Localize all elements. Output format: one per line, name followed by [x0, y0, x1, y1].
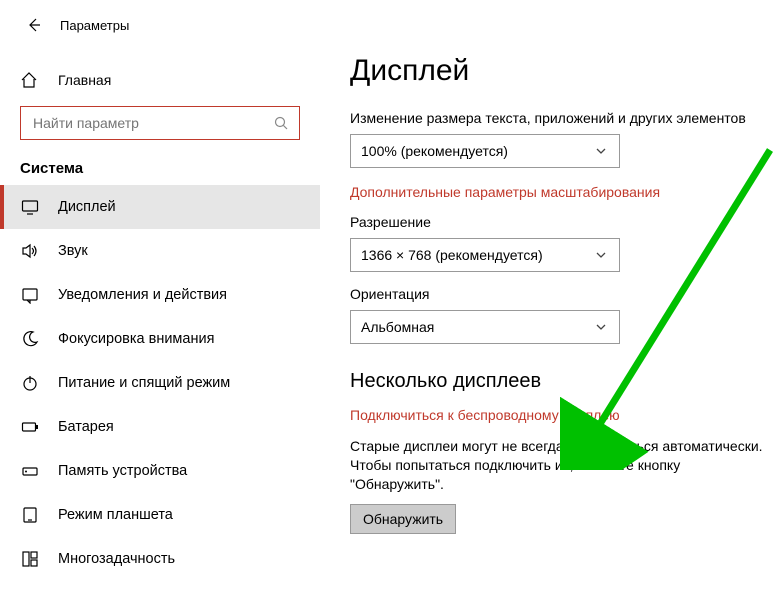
- scale-value: 100% (рекомендуется): [361, 143, 508, 159]
- section-title: Система: [0, 150, 320, 185]
- nav-label: Питание и спящий режим: [58, 375, 230, 391]
- back-button[interactable]: [20, 11, 48, 39]
- page-title: Дисплей: [350, 54, 772, 88]
- resolution-select[interactable]: 1366 × 768 (рекомендуется): [350, 238, 620, 272]
- multi-displays-title: Несколько дисплеев: [350, 370, 772, 393]
- scale-label: Изменение размера текста, приложений и д…: [350, 110, 772, 126]
- main-content: Дисплей Изменение размера текста, прилож…: [320, 0, 782, 608]
- nav-item-tablet[interactable]: Режим планшета: [0, 493, 320, 537]
- multitask-icon: [20, 550, 40, 568]
- search-input[interactable]: [31, 114, 273, 132]
- orientation-select[interactable]: Альбомная: [350, 310, 620, 344]
- nav-item-sound[interactable]: Звук: [0, 229, 320, 273]
- storage-icon: [20, 462, 40, 480]
- nav-label: Фокусировка внимания: [58, 331, 214, 347]
- notifications-icon: [20, 286, 40, 304]
- nav-label: Звук: [58, 243, 88, 259]
- search-icon: [273, 115, 289, 131]
- nav-label: Память устройства: [58, 463, 187, 479]
- chevron-down-icon: [595, 321, 609, 333]
- old-displays-info: Старые дисплеи могут не всегда подключат…: [350, 437, 770, 494]
- orientation-label: Ориентация: [350, 286, 772, 302]
- scale-advanced-link[interactable]: Дополнительные параметры масштабирования: [350, 184, 772, 200]
- nav-list: Дисплей Звук Уведомления и действия Фоку…: [0, 185, 320, 581]
- chevron-down-icon: [595, 249, 609, 261]
- resolution-value: 1366 × 768 (рекомендуется): [361, 247, 543, 263]
- nav-label: Дисплей: [58, 199, 116, 215]
- scale-select[interactable]: 100% (рекомендуется): [350, 134, 620, 168]
- battery-icon: [20, 418, 40, 436]
- nav-label: Режим планшета: [58, 507, 173, 523]
- back-arrow-icon: [26, 17, 42, 33]
- home-label: Главная: [58, 72, 111, 88]
- moon-icon: [20, 330, 40, 348]
- nav-item-notifications[interactable]: Уведомления и действия: [0, 273, 320, 317]
- window-title: Параметры: [60, 18, 129, 33]
- display-icon: [20, 198, 40, 216]
- nav-item-power[interactable]: Питание и спящий режим: [0, 361, 320, 405]
- nav-label: Уведомления и действия: [58, 287, 227, 303]
- settings-sidebar: Параметры Главная Система Дисплей: [0, 0, 320, 608]
- home-icon: [20, 71, 40, 89]
- nav-item-battery[interactable]: Батарея: [0, 405, 320, 449]
- power-icon: [20, 374, 40, 392]
- resolution-label: Разрешение: [350, 214, 772, 230]
- sidebar-item-home[interactable]: Главная: [0, 60, 320, 100]
- nav-label: Многозадачность: [58, 551, 175, 567]
- nav-item-focus[interactable]: Фокусировка внимания: [0, 317, 320, 361]
- nav-item-storage[interactable]: Память устройства: [0, 449, 320, 493]
- tablet-icon: [20, 506, 40, 524]
- nav-item-multitask[interactable]: Многозадачность: [0, 537, 320, 581]
- wireless-display-link[interactable]: Подключиться к беспроводному дисплею: [350, 407, 772, 423]
- chevron-down-icon: [595, 145, 609, 157]
- sidebar-header: Параметры: [0, 0, 320, 50]
- detect-button[interactable]: Обнаружить: [350, 504, 456, 534]
- orientation-value: Альбомная: [361, 319, 434, 335]
- nav-label: Батарея: [58, 419, 114, 435]
- search-input-container[interactable]: [20, 106, 300, 140]
- nav-item-display[interactable]: Дисплей: [0, 185, 320, 229]
- sound-icon: [20, 242, 40, 260]
